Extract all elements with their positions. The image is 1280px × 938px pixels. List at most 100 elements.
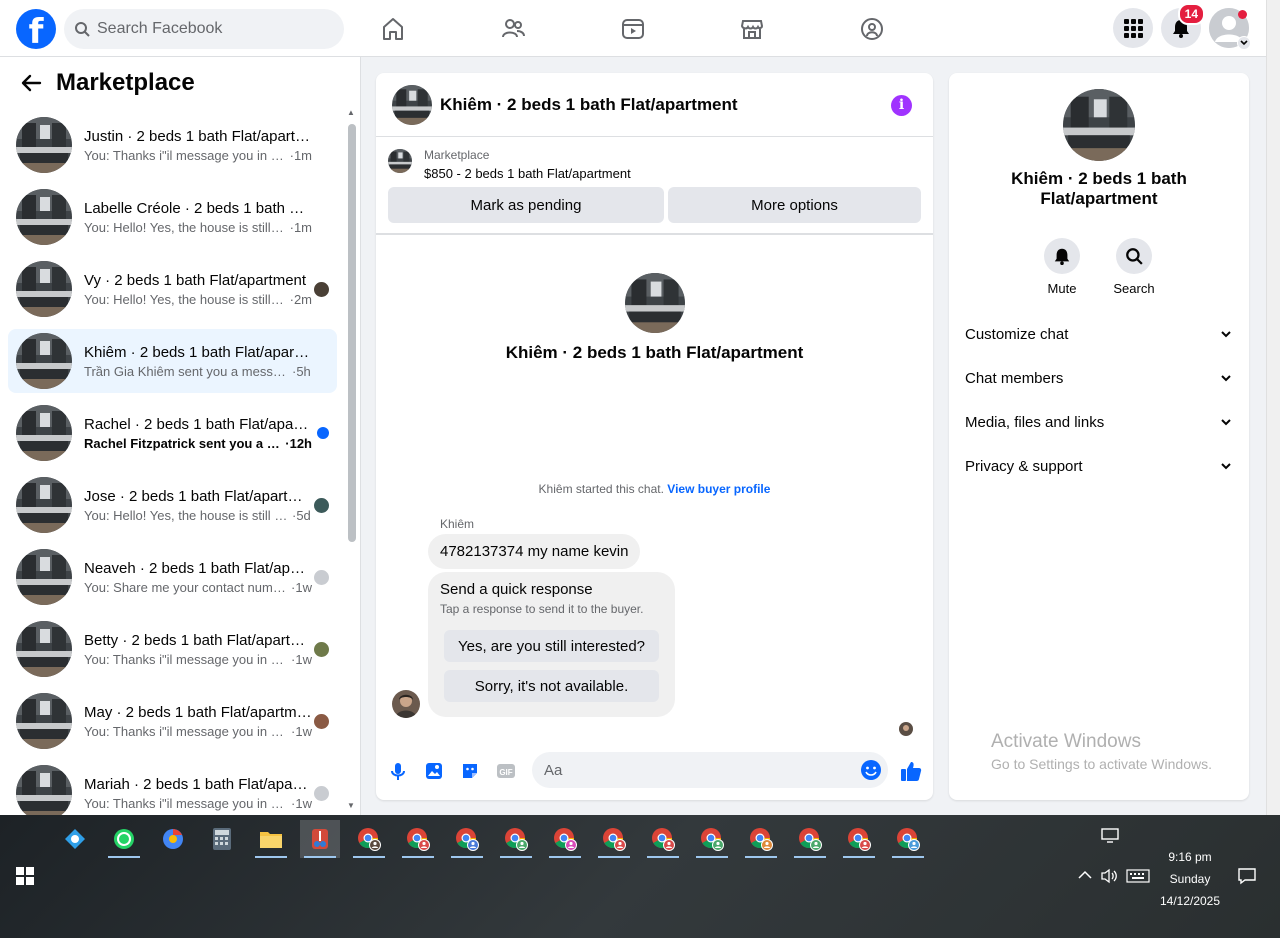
chrome-icon[interactable] [398, 820, 438, 858]
chrome-icon[interactable] [496, 820, 536, 858]
browser-scrollbar[interactable] [1266, 0, 1280, 815]
browser-icon[interactable] [153, 820, 193, 858]
sticker-icon[interactable] [460, 761, 480, 781]
home-icon[interactable] [376, 12, 410, 46]
listing-thumbnail[interactable] [388, 149, 412, 173]
chrome-icon[interactable] [790, 820, 830, 858]
top-navigation-bar: f Search Facebook 14 [0, 0, 1266, 57]
conversation-item[interactable]: Rachel · 2 beds 1 bath Flat/apartment Rac… [8, 401, 337, 465]
sidebar-scrollbar[interactable] [348, 124, 356, 542]
details-section[interactable]: Chat members [965, 366, 1233, 390]
seen-avatar [899, 722, 913, 736]
action-center-icon[interactable] [1237, 867, 1257, 885]
windows-start-icon[interactable] [0, 861, 50, 891]
search-icon [1116, 238, 1152, 274]
friends-icon[interactable] [496, 12, 530, 46]
more-options-button[interactable]: More options [668, 187, 921, 223]
chrome-icon[interactable] [349, 820, 389, 858]
conversation-preview: You: Hello! Yes, the house is still avai… [84, 291, 287, 307]
show-hidden-icons-chevron-icon[interactable] [1077, 868, 1093, 882]
chrome-icon[interactable] [692, 820, 732, 858]
windows-taskbar: 9:16 pm Sunday 14/12/2025 [0, 815, 1280, 938]
conversation-item[interactable]: Labelle Créole · 2 beds 1 bath Flat/apar… [8, 185, 337, 249]
calculator-icon[interactable] [202, 820, 242, 858]
like-icon[interactable] [899, 759, 923, 783]
read-receipt-avatar [314, 282, 329, 297]
conversation-item[interactable]: Vy · 2 beds 1 bath Flat/apartment You: He… [8, 257, 337, 321]
emoji-icon[interactable] [860, 759, 882, 781]
conversation-item[interactable]: Khiêm · 2 beds 1 bath Flat/apartment Trần… [8, 329, 337, 393]
details-section[interactable]: Customize chat [965, 322, 1233, 346]
message-bubble[interactable]: 4782137374 my name kevin [428, 534, 641, 569]
snipping-tool-icon[interactable] [300, 820, 340, 858]
section-label: Privacy & support [965, 457, 1083, 475]
chat-window: Khiêm · 2 beds 1 bath Flat/apartment i M… [376, 73, 933, 800]
mute-button[interactable]: Mute [1032, 238, 1092, 296]
conversation-item[interactable]: Betty · 2 beds 1 bath Flat/apartment You:… [8, 617, 337, 681]
details-avatar[interactable] [1063, 89, 1135, 161]
listing-thumbnail [16, 189, 72, 245]
details-section[interactable]: Privacy & support [965, 454, 1233, 478]
chat-avatar[interactable] [392, 85, 432, 125]
chrome-icon[interactable] [741, 820, 781, 858]
quick-reply-button[interactable]: Sorry, it's not available. [444, 670, 659, 702]
chrome-icon[interactable] [447, 820, 487, 858]
conversation-time: ·5h [292, 363, 311, 379]
quick-reply-button[interactable]: Yes, are you still interested? [444, 630, 659, 662]
photo-icon[interactable] [424, 761, 444, 781]
listing-title[interactable]: $850 - 2 beds 1 bath Flat/apartment [424, 166, 631, 181]
microphone-icon[interactable] [388, 761, 408, 781]
listing-thumbnail [16, 765, 72, 821]
details-section[interactable]: Media, files and links [965, 410, 1233, 434]
system-clock[interactable]: 9:16 pm Sunday 14/12/2025 [1150, 846, 1230, 912]
volume-icon[interactable] [1100, 868, 1118, 884]
whatsapp-icon[interactable] [104, 820, 144, 858]
chrome-icon[interactable] [839, 820, 879, 858]
back-arrow-icon[interactable] [20, 72, 42, 94]
search-label: Search [1113, 281, 1155, 296]
conversation-item[interactable]: May · 2 beds 1 bath Flat/apartment You: T… [8, 689, 337, 753]
message-input[interactable]: Aa [532, 752, 888, 788]
view-buyer-profile-link[interactable]: View buyer profile [667, 482, 770, 496]
chrome-icon[interactable] [888, 820, 928, 858]
marketplace-icon[interactable] [735, 12, 769, 46]
menu-grid-icon[interactable] [1113, 8, 1153, 48]
keyboard-icon[interactable] [1126, 869, 1150, 883]
file-explorer-icon[interactable] [251, 820, 291, 858]
app-icon-blue[interactable] [55, 820, 95, 858]
conversation-list: Justin · 2 beds 1 bath Flat/apartment You… [8, 113, 337, 833]
conversation-preview: You: Thanks i"il message you in a moment [84, 651, 288, 667]
started-text: Khiêm started this chat. [538, 482, 664, 496]
conversation-name: Betty · 2 beds 1 bath Flat/apartment [84, 631, 312, 649]
video-icon[interactable] [616, 12, 650, 46]
gif-icon[interactable]: GIF [496, 761, 516, 781]
info-icon[interactable]: i [891, 95, 912, 116]
watermark-subtitle: Go to Settings to activate Windows. [991, 756, 1212, 772]
watermark-title: Activate Windows [991, 731, 1141, 752]
chrome-icon[interactable] [643, 820, 683, 858]
quick-response-subtitle: Tap a response to send it to the buyer. [440, 602, 644, 616]
conversation-name: Labelle Créole · 2 beds 1 bath Flat/apar… [84, 199, 312, 217]
facebook-logo[interactable]: f [16, 9, 56, 49]
conversation-item[interactable]: Jose · 2 beds 1 bath Flat/apartment You: … [8, 473, 337, 537]
search-button[interactable]: Search [1104, 238, 1164, 296]
scroll-up-arrow-icon[interactable]: ▲ [347, 108, 355, 117]
chrome-icon[interactable] [594, 820, 634, 858]
network-icon[interactable] [1101, 828, 1119, 844]
mark-as-pending-button[interactable]: Mark as pending [388, 187, 664, 223]
chat-title[interactable]: Khiêm · 2 beds 1 bath Flat/apartment [440, 95, 738, 115]
account-avatar[interactable] [1209, 8, 1251, 50]
chevron-down-icon [1219, 459, 1233, 473]
notifications-button[interactable]: 14 [1161, 3, 1205, 48]
chevron-down-icon [1219, 327, 1233, 341]
chrome-icon[interactable] [545, 820, 585, 858]
conversation-time: ·5d [292, 507, 311, 523]
conversation-preview: You: Hello! Yes, the house is still avai… [84, 219, 287, 235]
chevron-down-icon [1237, 36, 1251, 50]
groups-icon[interactable] [855, 12, 889, 46]
conversation-item[interactable]: Neaveh · 2 beds 1 bath Flat/apartment You… [8, 545, 337, 609]
search-input[interactable]: Search Facebook [64, 9, 344, 49]
quick-response-title: Send a quick response [440, 581, 593, 598]
scroll-down-arrow-icon[interactable]: ▼ [347, 801, 355, 810]
conversation-item[interactable]: Justin · 2 beds 1 bath Flat/apartment You… [8, 113, 337, 177]
